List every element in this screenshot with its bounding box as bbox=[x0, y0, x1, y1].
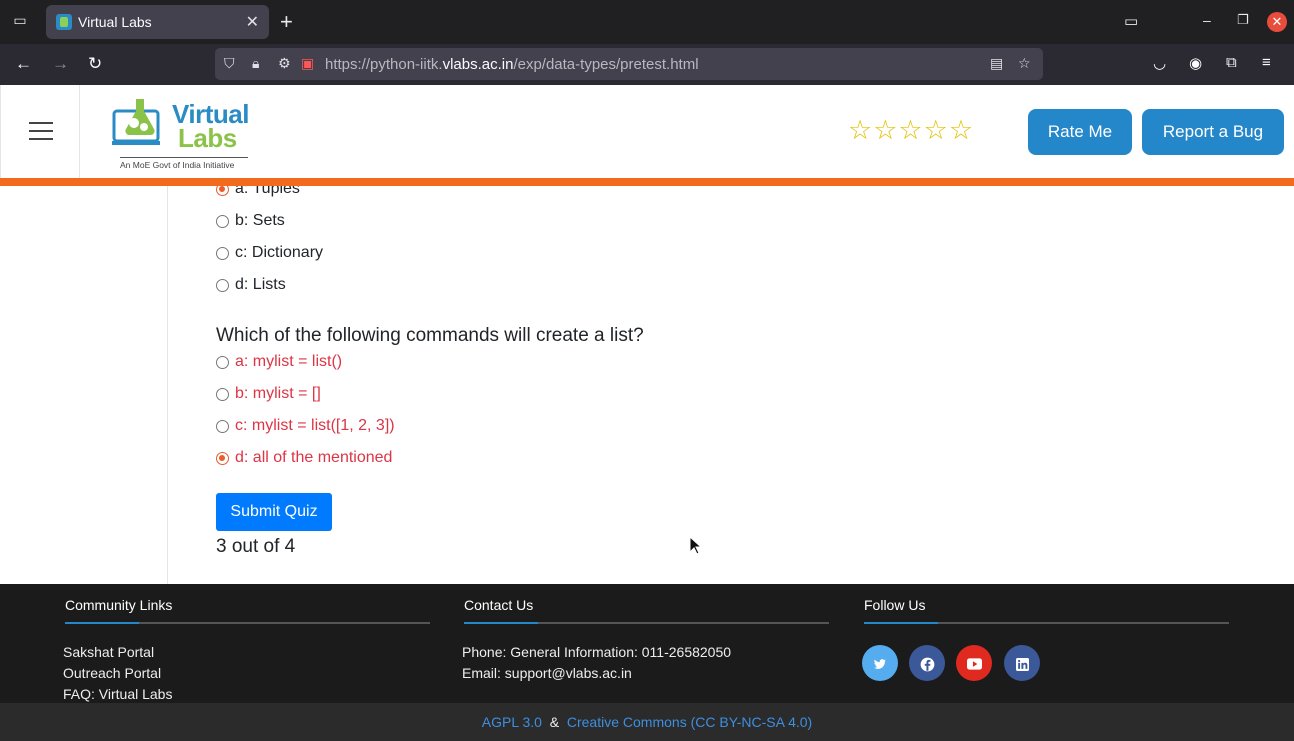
creative-commons-link[interactable]: Creative Commons (CC BY-NC-SA 4.0) bbox=[567, 714, 812, 730]
submit-quiz-button[interactable]: Submit Quiz bbox=[216, 493, 332, 531]
shield-icon[interactable]: ⛉ bbox=[224, 55, 235, 72]
license-bar: AGPL 3.0 & Creative Commons (CC BY-NC-SA… bbox=[0, 703, 1294, 741]
option-d[interactable]: d: all of the mentioned bbox=[216, 448, 392, 468]
permissions-icon[interactable]: ⚙ bbox=[278, 55, 291, 72]
extensions-icon[interactable]: ⧉ bbox=[1226, 54, 1237, 71]
window-list-icon[interactable]: ▭ bbox=[1124, 12, 1138, 30]
radio-button[interactable] bbox=[216, 214, 229, 228]
option-label: b: mylist = [] bbox=[235, 385, 321, 402]
site-header: Virtual Labs An MoE Govt of India Initia… bbox=[0, 85, 1294, 178]
linkedin-icon[interactable] bbox=[1004, 645, 1040, 681]
follow-us-heading: Follow Us bbox=[864, 597, 926, 613]
radio-button[interactable] bbox=[216, 419, 229, 433]
reader-view-icon[interactable]: ▤ bbox=[990, 55, 1003, 72]
autoplay-blocked-icon[interactable]: ▣ bbox=[301, 55, 314, 72]
url-text: https://python-iitk.vlabs.ac.in/exp/data… bbox=[325, 56, 699, 73]
contact-phone: Phone: General Information: 011-26582050 bbox=[462, 644, 732, 660]
prev-option-a[interactable]: a: Tuples bbox=[216, 186, 300, 199]
window-close-icon[interactable]: ✕ bbox=[1267, 12, 1287, 32]
new-tab-icon[interactable]: + bbox=[280, 9, 293, 35]
faq-link[interactable]: FAQ: Virtual Labs bbox=[63, 686, 172, 702]
back-icon[interactable]: ← bbox=[15, 54, 32, 74]
contact-email[interactable]: Email: support@vlabs.ac.in bbox=[462, 665, 632, 681]
radio-button[interactable] bbox=[216, 387, 229, 401]
minimize-icon[interactable]: – bbox=[1203, 12, 1211, 28]
site-footer: Community Links Sakshat Portal Outreach … bbox=[0, 584, 1294, 703]
virtual-labs-logo[interactable]: Virtual Labs An MoE Govt of India Initia… bbox=[112, 93, 252, 170]
option-b[interactable]: b: mylist = [] bbox=[216, 384, 321, 404]
header-divider bbox=[0, 178, 1294, 186]
reload-icon[interactable]: ↻ bbox=[88, 54, 102, 74]
agpl-license-link[interactable]: AGPL 3.0 bbox=[482, 714, 542, 730]
forward-icon[interactable]: → bbox=[52, 54, 69, 74]
community-links-heading: Community Links bbox=[65, 597, 173, 613]
logo-tagline: An MoE Govt of India Initiative bbox=[120, 157, 248, 170]
lock-icon[interactable]: 🔒︎ bbox=[252, 55, 259, 72]
option-label: d: all of the mentioned bbox=[235, 449, 393, 466]
close-tab-icon[interactable]: ✕ bbox=[246, 12, 259, 32]
flask-logo-icon bbox=[112, 99, 160, 145]
mouse-cursor-icon bbox=[689, 536, 703, 555]
section-underline bbox=[65, 622, 430, 624]
menu-icon[interactable]: ≡ bbox=[1262, 54, 1271, 71]
prev-option-c[interactable]: c: Dictionary bbox=[216, 243, 323, 263]
sidebar-divider bbox=[167, 186, 168, 584]
section-underline bbox=[864, 622, 1229, 624]
youtube-icon[interactable] bbox=[956, 645, 992, 681]
outreach-portal-link[interactable]: Outreach Portal bbox=[63, 665, 161, 681]
browser-tab[interactable]: Virtual Labs ✕ bbox=[46, 5, 269, 39]
option-label: d: Lists bbox=[235, 276, 286, 293]
contact-us-heading: Contact Us bbox=[464, 597, 534, 613]
rate-me-button[interactable]: Rate Me bbox=[1028, 109, 1132, 155]
browser-tab-bar: ▭ Virtual Labs ✕ + ▭ – ❐ ✕ bbox=[0, 0, 1294, 44]
favicon-icon bbox=[56, 14, 72, 30]
option-a[interactable]: a: mylist = list() bbox=[216, 352, 342, 372]
quiz-score: 3 out of 4 bbox=[216, 536, 296, 557]
logo-word-labs: Labs bbox=[178, 123, 237, 153]
section-underline bbox=[464, 622, 829, 624]
url-bar[interactable]: ⛉ 🔒︎ ⚙ ▣ https://python-iitk.vlabs.ac.in… bbox=[215, 48, 1043, 80]
browser-nav-bar: ← → ↻ ⛉ 🔒︎ ⚙ ▣ https://python-iitk.vlabs… bbox=[0, 44, 1294, 85]
twitter-icon[interactable] bbox=[862, 645, 898, 681]
tab-title: Virtual Labs bbox=[78, 14, 152, 30]
rating-stars[interactable]: ☆☆☆☆☆ bbox=[848, 115, 974, 146]
sakshat-portal-link[interactable]: Sakshat Portal bbox=[63, 644, 154, 660]
quiz-content: a: Tuples b: Sets c: Dictionary d: Lists… bbox=[0, 186, 1294, 584]
prev-option-d[interactable]: d: Lists bbox=[216, 275, 286, 295]
question-text: Which of the following commands will cre… bbox=[216, 325, 644, 346]
account-icon[interactable]: ◉ bbox=[1189, 54, 1202, 72]
bookmark-star-icon[interactable]: ☆ bbox=[1018, 55, 1031, 72]
option-label: c: Dictionary bbox=[235, 244, 324, 261]
radio-button[interactable] bbox=[216, 186, 229, 196]
radio-button[interactable] bbox=[216, 451, 229, 465]
restore-icon[interactable]: ❐ bbox=[1237, 12, 1249, 28]
option-label: a: Tuples bbox=[235, 186, 300, 197]
pocket-icon[interactable]: ◡ bbox=[1153, 54, 1166, 72]
radio-button[interactable] bbox=[216, 246, 229, 260]
option-label: c: mylist = list([1, 2, 3]) bbox=[235, 417, 395, 434]
report-bug-button[interactable]: Report a Bug bbox=[1142, 109, 1284, 155]
license-separator: & bbox=[549, 714, 560, 730]
option-c[interactable]: c: mylist = list([1, 2, 3]) bbox=[216, 416, 395, 436]
radio-button[interactable] bbox=[216, 278, 229, 292]
facebook-icon[interactable] bbox=[909, 645, 945, 681]
option-label: b: Sets bbox=[235, 212, 285, 229]
hamburger-menu-icon[interactable] bbox=[0, 85, 80, 178]
prev-option-b[interactable]: b: Sets bbox=[216, 211, 285, 231]
tab-overview-icon[interactable]: ▭ bbox=[8, 12, 32, 32]
radio-button[interactable] bbox=[216, 355, 229, 369]
option-label: a: mylist = list() bbox=[235, 353, 343, 370]
